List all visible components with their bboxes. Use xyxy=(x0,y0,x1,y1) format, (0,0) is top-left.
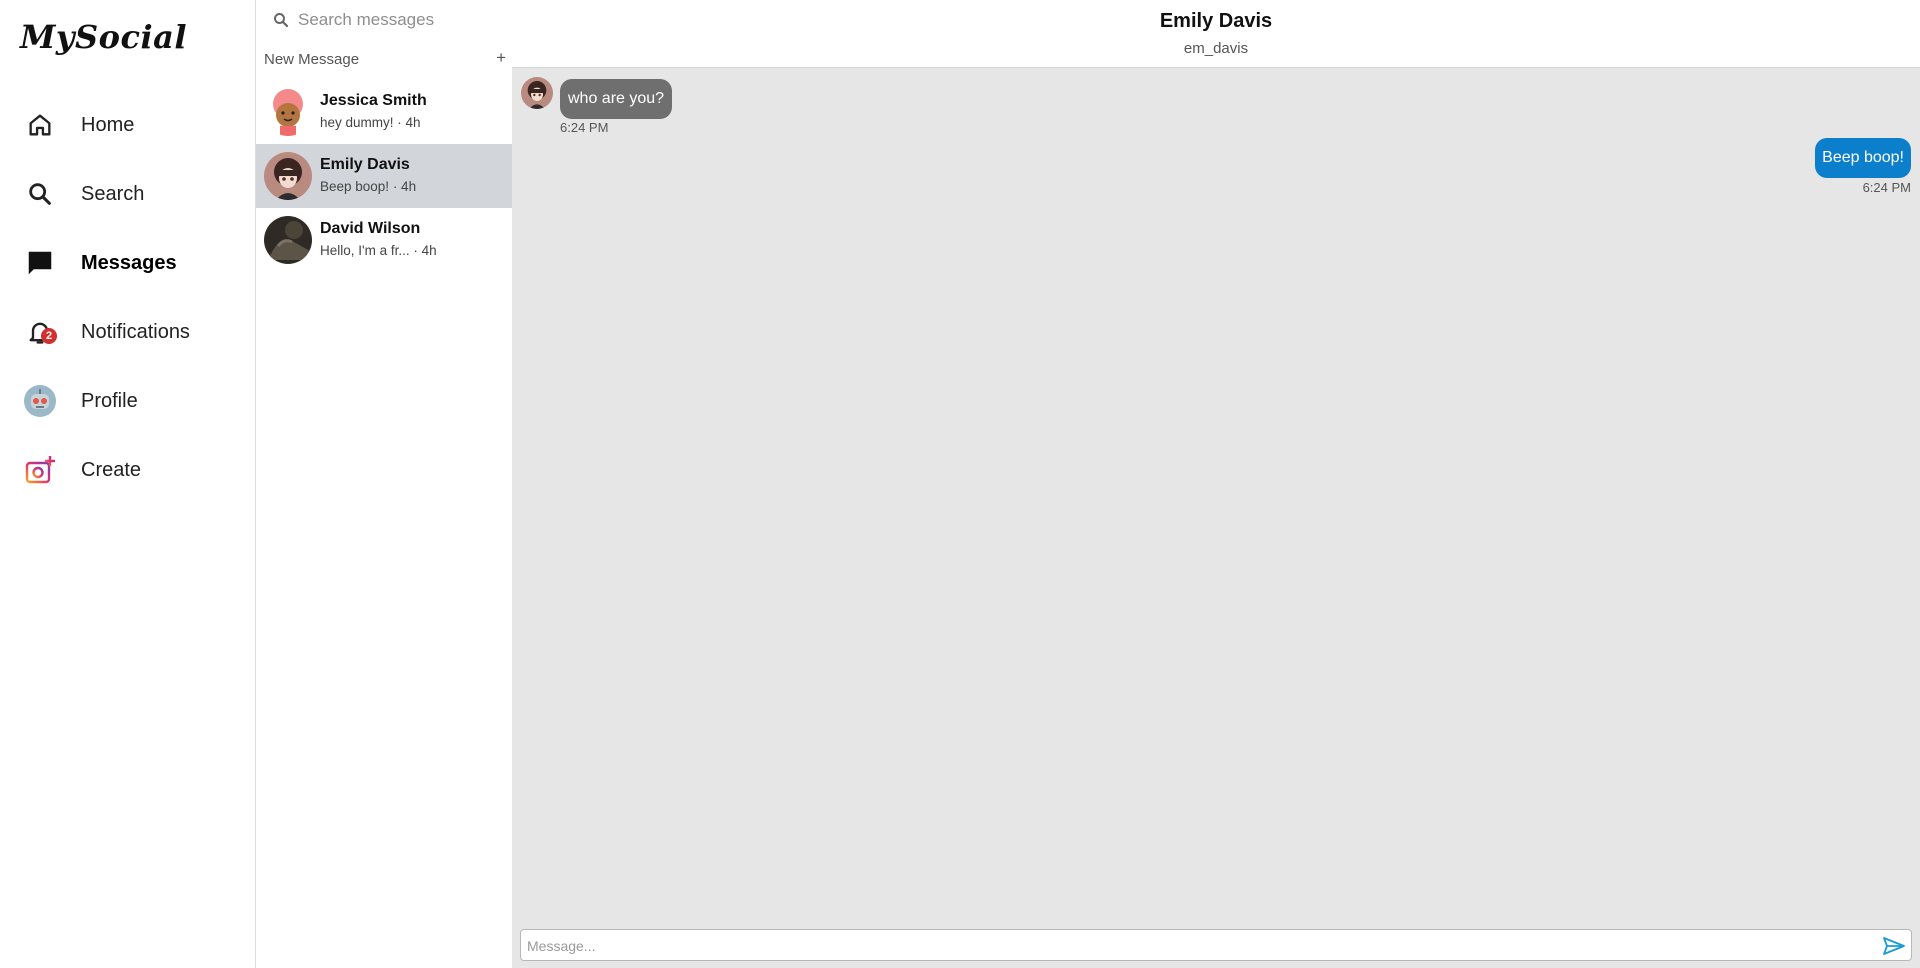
new-message-label: New Message xyxy=(264,51,360,68)
conversation-item-jessica[interactable]: Jessica Smith hey dummy! · 4h xyxy=(256,80,512,144)
message-timestamp: 6:24 PM xyxy=(560,120,609,135)
bell-icon: 2 xyxy=(24,316,57,348)
chat-contact-username: em_davis xyxy=(1183,40,1249,57)
new-message-plus-icon[interactable]: + xyxy=(496,48,506,68)
nav-label-messages: Messages xyxy=(81,251,177,274)
new-message-row[interactable]: New Message + xyxy=(256,46,512,74)
chat-panel: Emily Davis em_davis who are you? 6:24 P… xyxy=(512,0,1920,968)
conversation-preview: hey dummy! · 4h xyxy=(320,115,421,130)
conversation-item-emily[interactable]: Emily Davis Beep boop! · 4h xyxy=(256,144,512,208)
nav-label-home: Home xyxy=(81,113,135,136)
search-messages-input[interactable] xyxy=(298,6,498,34)
search-icon xyxy=(24,178,56,210)
message-sender-avatar xyxy=(521,77,553,109)
search-icon xyxy=(272,11,290,29)
home-icon xyxy=(24,109,56,141)
nav-item-home[interactable]: Home xyxy=(0,97,255,153)
incoming-message-bubble: who are you? xyxy=(560,79,673,119)
outgoing-message-bubble: Beep boop! xyxy=(1815,138,1911,178)
conversation-name: David Wilson xyxy=(320,220,421,237)
main-nav: MySocial Home Search Messages 2 Notifica… xyxy=(0,0,256,968)
avatar xyxy=(264,152,312,200)
message-timestamp: 6:24 PM xyxy=(1862,180,1911,195)
notification-badge: 2 xyxy=(41,328,57,344)
message-search xyxy=(256,0,512,40)
conversation-item-david[interactable]: David Wilson Hello, I'm a fr... · 4h xyxy=(256,208,512,272)
nav-label-profile: Profile xyxy=(81,389,138,412)
nav-item-search[interactable]: Search xyxy=(0,166,255,222)
add-photo-icon xyxy=(24,454,56,486)
chat-header: Emily Davis em_davis xyxy=(512,0,1920,68)
nav-item-messages[interactable]: Messages xyxy=(0,235,255,291)
robot-avatar-icon xyxy=(24,385,56,417)
avatar xyxy=(264,216,312,264)
nav-label-search: Search xyxy=(81,182,145,205)
nav-item-profile[interactable]: Profile xyxy=(0,373,255,429)
app-root: MySocial Home Search Messages 2 Notifica… xyxy=(0,0,1920,968)
conversation-preview: Hello, I'm a fr... · 4h xyxy=(320,243,437,258)
nav-item-notifications[interactable]: 2 Notifications xyxy=(0,304,255,360)
conversation-name: Jessica Smith xyxy=(320,92,427,109)
message-composer xyxy=(520,929,1912,961)
chat-bubble-icon xyxy=(24,247,56,279)
chat-contact-name[interactable]: Emily Davis xyxy=(512,10,1920,33)
conversation-name: Emily Davis xyxy=(320,156,410,173)
avatar xyxy=(264,88,312,136)
send-icon[interactable] xyxy=(1881,934,1907,958)
conversation-preview: Beep boop! · 4h xyxy=(320,179,417,194)
message-input[interactable] xyxy=(527,934,1867,958)
nav-item-create[interactable]: Create xyxy=(0,442,255,498)
nav-label-notifications: Notifications xyxy=(81,320,190,343)
app-logo[interactable]: MySocial xyxy=(20,18,187,56)
nav-label-create: Create xyxy=(81,458,142,481)
conversation-list: New Message + Jessica Smith hey dummy! ·… xyxy=(256,0,512,968)
